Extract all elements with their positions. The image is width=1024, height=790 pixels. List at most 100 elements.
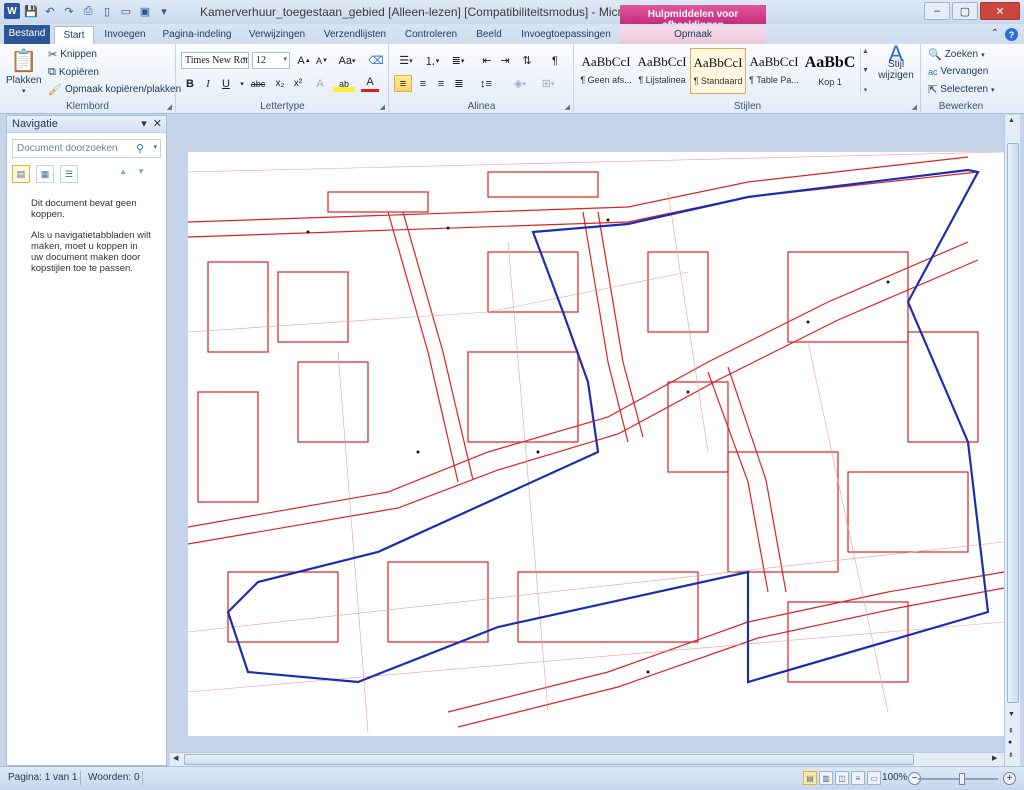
zoom-slider-thumb[interactable] <box>959 773 965 785</box>
tab-insert[interactable]: Invoegen <box>98 26 152 44</box>
vertical-scroll-thumb[interactable] <box>1007 143 1019 703</box>
style-table-paragraph[interactable]: AaBbCcI ¶ Table Pa... <box>746 48 802 94</box>
navigation-search-input[interactable]: Document doorzoeken ⚲ ▾ <box>12 139 161 158</box>
tab-view[interactable]: Beeld <box>468 26 510 44</box>
format-painter-button[interactable]: 🖌 Opmaak kopiëren/plakken <box>48 83 181 96</box>
headings-view-icon[interactable]: ▤ <box>12 165 30 183</box>
decrease-indent-icon[interactable]: ⇤ <box>478 52 496 69</box>
tab-page-layout[interactable]: Pagina-indeling <box>156 26 238 44</box>
print-icon[interactable]: ⎙ <box>80 3 96 19</box>
close-icon[interactable]: ✕ <box>153 117 162 130</box>
change-case-button[interactable]: Aa ▾ <box>335 52 359 69</box>
replace-button[interactable]: ac Vervangen <box>928 66 988 77</box>
tab-references[interactable]: Verwijzingen <box>242 26 312 44</box>
word-count[interactable]: Woorden: 0 <box>88 772 140 783</box>
align-center-icon[interactable]: ≡ <box>414 75 432 92</box>
dialog-launcher-icon[interactable]: ◢ <box>912 103 917 111</box>
customize-qat-icon[interactable]: ▾ <box>156 3 172 19</box>
previous-page-icon[interactable]: ⇞ <box>1008 727 1014 735</box>
undo-icon[interactable]: ↶ <box>42 3 58 19</box>
tab-start[interactable]: Start <box>54 26 94 45</box>
font-color-icon[interactable]: A <box>361 75 379 92</box>
show-marks-button[interactable]: ¶ <box>546 52 564 69</box>
shrink-font-button[interactable]: A ▼ <box>313 52 331 69</box>
increase-indent-icon[interactable]: ⇥ <box>496 52 514 69</box>
prev-next-arrows-icon[interactable]: ▲▼ <box>119 167 155 176</box>
cut-button[interactable]: ✂ Knippen <box>48 48 97 61</box>
results-view-icon[interactable]: ☰ <box>60 165 78 183</box>
highlight-icon[interactable]: ab <box>333 75 355 92</box>
align-left-icon[interactable]: ≡ <box>394 75 412 92</box>
vertical-scrollbar[interactable]: ▲ ▼ ⇞ ● ⇟ <box>1004 115 1020 766</box>
scroll-left-icon[interactable]: ◀ <box>173 754 178 762</box>
minimize-button[interactable]: – <box>924 2 950 20</box>
strikethrough-button[interactable]: abc <box>247 75 269 92</box>
scroll-down-icon[interactable]: ▼ <box>1008 711 1015 718</box>
pages-view-icon[interactable]: ▦ <box>36 165 54 183</box>
numbering-icon[interactable]: ⒈ ▾ <box>420 52 444 69</box>
chevron-down-icon[interactable]: ▼ <box>862 67 869 74</box>
scroll-up-icon[interactable]: ▲ <box>1008 117 1015 124</box>
bullets-icon[interactable]: ☰ ▾ <box>394 52 418 69</box>
text-effects-icon[interactable]: A <box>311 75 329 92</box>
italic-button[interactable]: I <box>199 75 217 92</box>
browse-object-icon[interactable]: ● <box>1008 739 1012 746</box>
style-normal[interactable]: AaBbCcI ¶ Standaard <box>690 48 747 94</box>
select-button[interactable]: ⇱ Selecteren ▾ <box>928 83 995 96</box>
font-family-select[interactable]: Times New Roman▾ <box>181 52 249 69</box>
scroll-right-icon[interactable]: ▶ <box>992 754 997 762</box>
zoom-level[interactable]: 100% <box>882 772 908 783</box>
grow-font-button[interactable]: A ▲ <box>295 52 313 69</box>
align-right-icon[interactable]: ≡ <box>432 75 450 92</box>
preview-icon[interactable]: ▣ <box>137 3 153 19</box>
print-layout-icon[interactable]: ▤ <box>803 771 817 785</box>
justify-icon[interactable]: ≣ <box>450 75 468 92</box>
maximize-button[interactable]: ▢ <box>952 2 978 20</box>
style-heading-1[interactable]: AaBbC Kop 1 <box>802 48 858 94</box>
full-screen-icon[interactable]: ▥ <box>819 771 833 785</box>
cadastral-map-image[interactable] <box>188 152 1004 736</box>
outline-icon[interactable]: ≡ <box>851 771 865 785</box>
zoom-in-button[interactable]: + <box>1003 772 1016 785</box>
find-button[interactable]: 🔍 Zoeken ▾ <box>928 48 985 61</box>
document-page[interactable] <box>188 152 1004 736</box>
tab-file[interactable]: Bestand <box>4 25 50 44</box>
tab-addins[interactable]: Invoegtoepassingen <box>514 26 618 44</box>
tab-review[interactable]: Controleren <box>398 26 464 44</box>
shading-icon[interactable]: ◈ ▾ <box>508 75 532 92</box>
paste-button[interactable]: 📋 Plakken ▾ <box>6 48 42 95</box>
line-spacing-icon[interactable]: ↕≡ <box>474 75 498 92</box>
more-icon[interactable]: ▾ <box>864 86 868 94</box>
pane-menu-icon[interactable]: ▾ <box>141 117 147 130</box>
font-size-select[interactable]: 12 ▾ <box>252 52 290 69</box>
next-page-icon[interactable]: ⇟ <box>1008 751 1014 759</box>
sort-icon[interactable]: ⇅ <box>518 52 536 69</box>
copy-button[interactable]: ⧉ Kopiëren <box>48 66 99 79</box>
change-styles-button[interactable]: A Stijl wijzigen <box>874 43 918 82</box>
close-window-button[interactable]: ✕ <box>980 2 1020 20</box>
dialog-launcher-icon[interactable]: ◢ <box>167 103 172 111</box>
help-icon[interactable]: ? <box>1005 28 1018 41</box>
redo-icon[interactable]: ↷ <box>61 3 77 19</box>
multilevel-list-icon[interactable]: ≣ ▾ <box>446 52 470 69</box>
chevron-up-icon[interactable]: ▲ <box>862 48 869 55</box>
style-no-spacing[interactable]: AaBbCcI ¶ Geen afs... <box>578 48 634 94</box>
new-document-icon[interactable]: ▯ <box>99 3 115 19</box>
save-icon[interactable]: 💾 <box>23 3 39 19</box>
tab-format[interactable]: Opmaak <box>620 26 766 44</box>
clear-formatting-icon[interactable]: ⌫ <box>367 52 385 69</box>
chevron-down-icon[interactable]: ▾ <box>153 143 157 151</box>
draft-icon[interactable]: ▭ <box>867 771 881 785</box>
minimize-ribbon-icon[interactable]: ⌃ <box>991 28 999 41</box>
styles-gallery-scroll[interactable]: ▲ ▼ ▾ <box>860 48 870 94</box>
word-logo-icon[interactable]: W <box>4 3 20 19</box>
page-count[interactable]: Pagina: 1 van 1 <box>8 772 78 783</box>
dialog-launcher-icon[interactable]: ◢ <box>380 103 385 111</box>
dialog-launcher-icon[interactable]: ◢ <box>565 103 570 111</box>
bold-button[interactable]: B <box>181 75 199 92</box>
open-icon[interactable]: ▭ <box>118 3 134 19</box>
style-list-paragraph[interactable]: AaBbCcI ¶ Lijstalinea <box>634 48 690 94</box>
search-icon[interactable]: ⚲ <box>136 142 144 155</box>
subscript-button[interactable]: x₂ <box>271 75 289 92</box>
horizontal-scroll-thumb[interactable] <box>184 754 914 765</box>
